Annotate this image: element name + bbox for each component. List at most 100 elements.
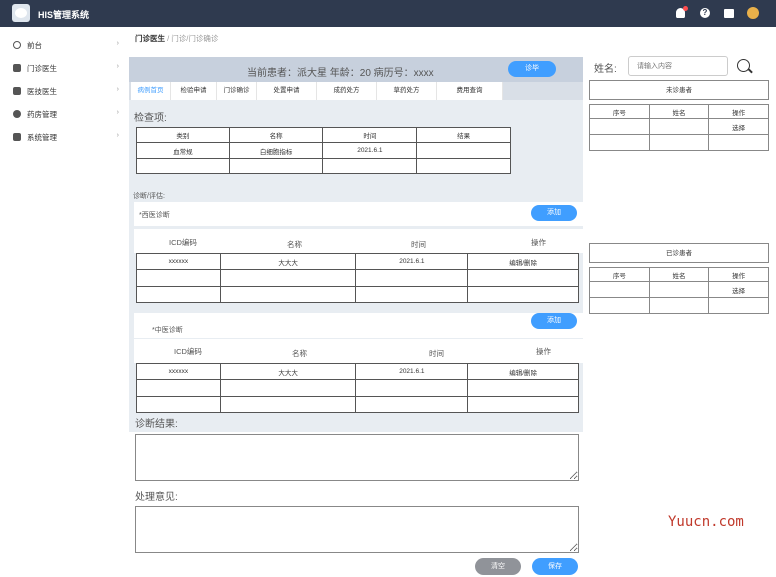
chevron-right-icon: › (116, 63, 119, 70)
help-icon[interactable]: ? (698, 6, 712, 20)
edit-delete-link[interactable]: 编辑/删除 (467, 363, 579, 380)
done-patients-table: 序号 姓名 操作 选择 (589, 267, 769, 314)
column-header: 时间 (429, 349, 444, 358)
add-chinese-diagnosis-button[interactable]: 添加 (531, 313, 577, 329)
cell-time: 2021.6.1 (322, 142, 418, 159)
opinion-textarea[interactable] (135, 506, 579, 553)
sidebar-item-label: 系统管理 (27, 132, 57, 142)
tab-outpatient-confirm[interactable]: 门诊确诊 (217, 82, 257, 100)
clear-button[interactable]: 清空 (475, 558, 521, 575)
patient-bar: 当前患者：派大星 年龄：20 病历号：xxxx 诊毕 (129, 57, 583, 82)
column-header: 类别 (136, 127, 230, 143)
tab-case-home[interactable]: 病例首页 (131, 82, 171, 100)
sidebar-item-system[interactable]: 系统管理 › (0, 128, 124, 146)
table-row: xxxxxx 大大大 2021.6.1 编辑/删除 (136, 363, 579, 380)
table-row: 选择 (589, 281, 769, 298)
breadcrumb-first[interactable]: 门诊医生 (135, 34, 165, 43)
table-header-row: 类别 名称 时间 结果 (136, 127, 511, 143)
waiting-patients-table: 序号 姓名 操作 选择 (589, 104, 769, 151)
breadcrumb-current: 门诊/门诊确诊 (171, 34, 219, 43)
message-icon[interactable] (722, 6, 736, 20)
name-search-input[interactable] (628, 56, 728, 76)
column-header: 结果 (416, 127, 511, 143)
column-header: 序号 (589, 104, 650, 119)
tab-lab-request[interactable]: 检验申请 (171, 82, 217, 100)
finish-consult-button[interactable]: 诊毕 (508, 61, 556, 77)
waiting-patients-title: 未诊患者 (589, 80, 769, 100)
select-patient-link[interactable]: 选择 (708, 281, 769, 298)
chinese-diagnosis-title: *中医诊断 (152, 327, 183, 334)
sidebar-item-label: 医技医生 (27, 86, 57, 96)
watermark: Yuucn.com (668, 514, 744, 530)
chinese-diagnosis-table: xxxxxx 大大大 2021.6.1 编辑/删除 (136, 363, 579, 413)
chinese-columns: ICD编码 名称 时间 操作 (134, 339, 583, 363)
column-header: 姓名 (648, 267, 710, 282)
table-row (136, 269, 579, 287)
cell-name: 大大大 (219, 363, 357, 380)
briefcase-icon (13, 64, 21, 72)
app-title: HIS管理系统 (38, 10, 90, 20)
table-header-row: 序号 姓名 操作 (589, 267, 769, 282)
cell-name: 大大大 (219, 253, 357, 270)
result-textarea[interactable] (135, 434, 579, 481)
name-search-label: 姓名: (594, 64, 617, 75)
user-avatar-icon[interactable] (746, 6, 760, 20)
column-header: 名称 (292, 349, 307, 358)
western-diagnosis-table: xxxxxx 大大大 2021.6.1 编辑/删除 (136, 253, 579, 303)
western-diagnosis-header: *西医诊断 添加 (134, 202, 583, 226)
cell-icd: xxxxxx (136, 363, 221, 380)
table-row (136, 286, 579, 303)
table-row: 选择 (589, 118, 769, 135)
top-bar: HIS管理系统 ? (0, 0, 776, 27)
tab-patent-prescription[interactable]: 成药处方 (317, 82, 377, 100)
sidebar-item-outpatient-doctor[interactable]: 门诊医生 › (0, 59, 124, 77)
cell-name: 白细胞指标 (228, 142, 324, 159)
tab-treatment-request[interactable]: 处置申请 (257, 82, 317, 100)
front-desk-icon (13, 41, 21, 49)
exam-table: 类别 名称 时间 结果 血常规 白细胞指标 2021.6.1 (136, 127, 511, 174)
select-patient-link[interactable]: 选择 (708, 118, 769, 135)
breadcrumb: 门诊医生 / 门诊/门诊确诊 (135, 33, 218, 44)
group-icon (13, 87, 21, 95)
column-header: 操作 (536, 347, 551, 356)
cell-category: 血常规 (136, 142, 230, 159)
edit-delete-link[interactable]: 编辑/删除 (467, 253, 579, 270)
column-header: 操作 (708, 104, 769, 119)
sidebar-item-tech-doctor[interactable]: 医技医生 › (0, 82, 124, 100)
exam-title: 检查项: (134, 113, 167, 124)
diagnosis-panel: 当前患者：派大星 年龄：20 病历号：xxxx 诊毕 病例首页 检验申请 门诊确… (129, 57, 583, 432)
column-header: 时间 (322, 127, 418, 143)
app-logo (12, 4, 30, 22)
table-row: xxxxxx 大大大 2021.6.1 编辑/删除 (136, 253, 579, 270)
column-header: 操作 (708, 267, 769, 282)
tab-herbal-prescription[interactable]: 草药处方 (377, 82, 437, 100)
column-header: 姓名 (648, 104, 710, 119)
opinion-label: 处理意见: (135, 492, 178, 503)
column-header: 序号 (589, 267, 650, 282)
save-button[interactable]: 保存 (532, 558, 578, 575)
sidebar-item-pharmacy[interactable]: 药房管理 › (0, 105, 124, 123)
table-header-row: 序号 姓名 操作 (589, 104, 769, 119)
cell-result (416, 142, 511, 159)
search-icon[interactable] (737, 59, 750, 72)
chevron-right-icon: › (116, 40, 119, 47)
western-columns: ICD编码 名称 时间 操作 (134, 229, 583, 253)
sidebar: 前台 › 门诊医生 › 医技医生 › 药房管理 › 系统管理 › (0, 27, 124, 577)
sidebar-item-label: 门诊医生 (27, 63, 57, 73)
cell-icd: xxxxxx (136, 253, 221, 270)
chevron-right-icon: › (116, 109, 119, 116)
result-label: 诊断结果: (135, 419, 178, 430)
sidebar-item-front-desk[interactable]: 前台 › (0, 36, 124, 54)
bell-icon[interactable] (674, 6, 688, 20)
sidebar-item-label: 前台 (27, 40, 42, 50)
table-row (589, 297, 769, 314)
table-row (136, 379, 579, 397)
tab-fee-query[interactable]: 费用查询 (437, 82, 503, 100)
document-icon (13, 133, 21, 141)
column-header: 名称 (287, 240, 302, 249)
tab-bar: 病例首页 检验申请 门诊确诊 处置申请 成药处方 草药处方 费用查询 (129, 82, 583, 100)
breadcrumb-separator: / (167, 34, 170, 43)
chinese-diagnosis-header: *中医诊断 添加 (134, 313, 583, 338)
add-western-diagnosis-button[interactable]: 添加 (531, 205, 577, 221)
column-header: ICD编码 (174, 347, 202, 356)
